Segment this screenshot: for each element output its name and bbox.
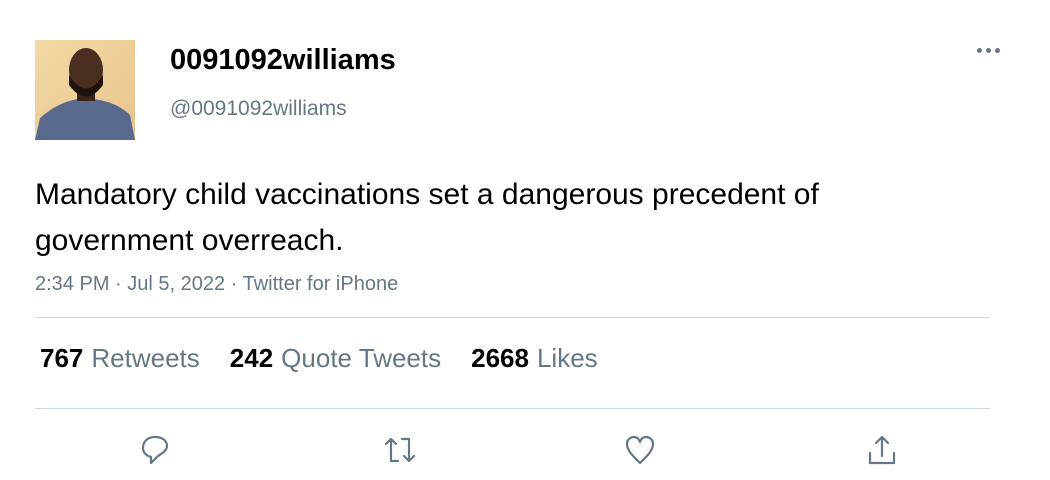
retweet-icon (384, 437, 416, 463)
dot-icon (985, 47, 991, 53)
share-icon (868, 435, 896, 465)
user-handle[interactable]: @0091092williams (170, 97, 347, 121)
quote-label: Quote Tweets (281, 343, 442, 373)
like-count: 2668 (471, 343, 529, 373)
like-icon (625, 435, 655, 465)
tweet-date[interactable]: Jul 5, 2022 (127, 273, 225, 295)
separator: · (230, 273, 238, 295)
quote-count: 242 (229, 343, 274, 373)
dot-icon (994, 47, 1000, 53)
divider (35, 317, 990, 318)
separator: · (115, 273, 122, 295)
likes-stat[interactable]: 2668 Likes (471, 343, 598, 374)
tweet-text: Mandatory child vaccinations set a dange… (35, 178, 819, 257)
dot-icon (976, 47, 982, 53)
like-button[interactable] (620, 430, 660, 470)
tweet-meta: 2:34 PM · Jul 5, 2022 · Twitter for iPho… (35, 273, 398, 296)
tweet-time[interactable]: 2:34 PM (35, 273, 109, 295)
tweet-source[interactable]: Twitter for iPhone (243, 273, 399, 295)
tweet-stats: 767 Retweets 242 Quote Tweets 2668 Likes (40, 343, 598, 374)
more-options-button[interactable] (970, 40, 1006, 60)
divider (35, 408, 990, 409)
share-button[interactable] (862, 430, 902, 470)
reply-button[interactable] (135, 430, 175, 470)
quote-tweets-stat[interactable]: 242 Quote Tweets (230, 343, 441, 374)
retweets-stat[interactable]: 767 Retweets (40, 343, 200, 374)
retweet-count: 767 (40, 343, 84, 373)
like-label: Likes (536, 343, 598, 373)
display-name[interactable]: 0091092williams (170, 44, 396, 77)
retweet-label: Retweets (91, 343, 200, 373)
retweet-button[interactable] (380, 430, 420, 470)
reply-icon (141, 435, 169, 465)
avatar[interactable] (35, 40, 135, 140)
